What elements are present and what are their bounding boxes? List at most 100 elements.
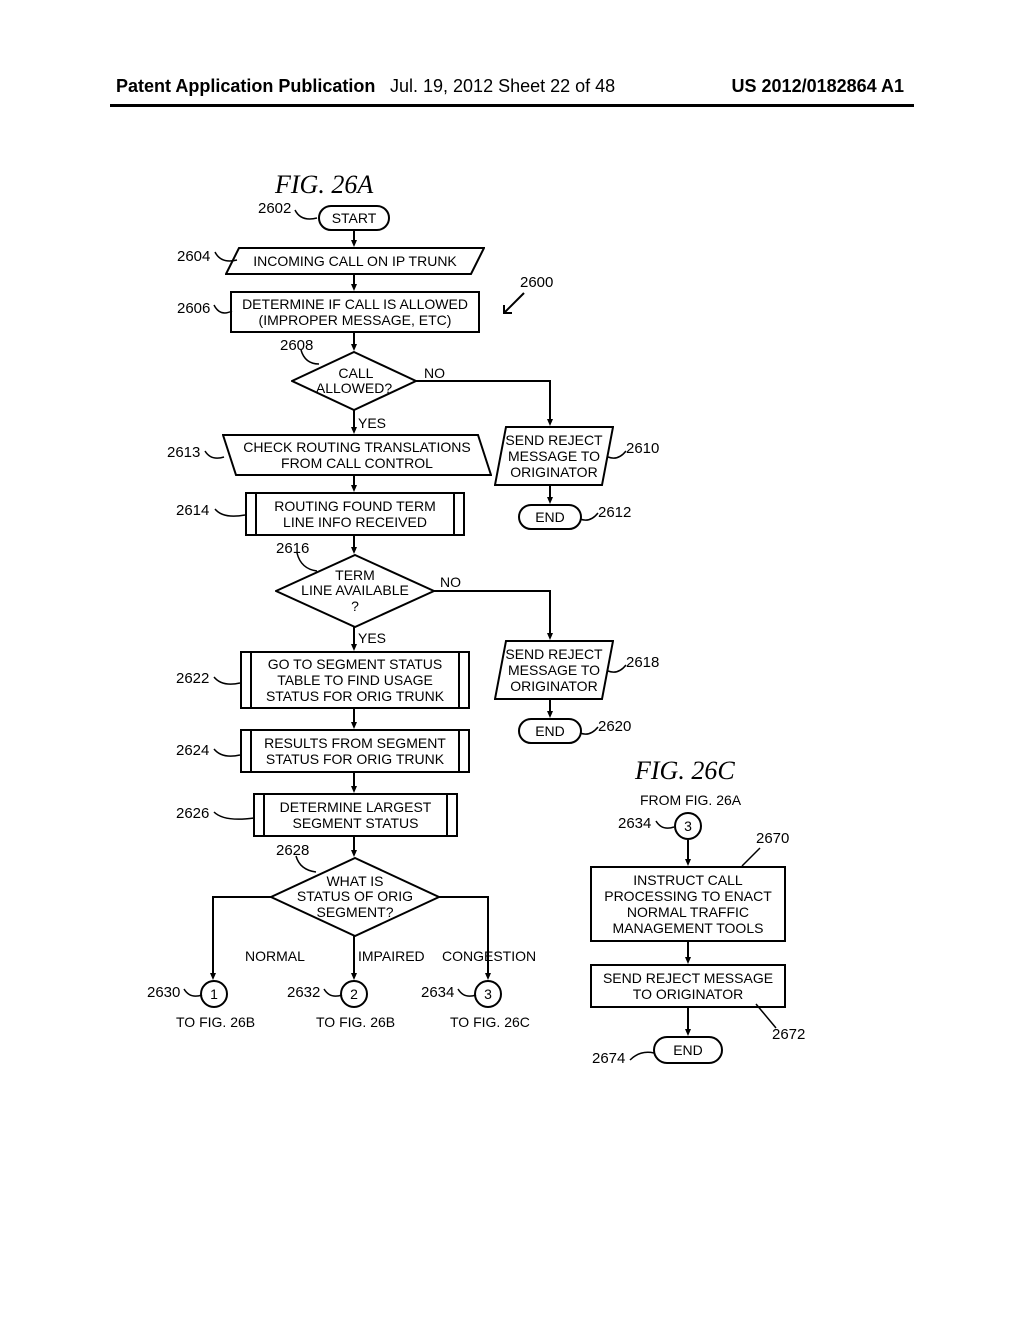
ref-2628: 2628 [276, 842, 309, 859]
leader-2614 [215, 508, 245, 520]
arrow-reject1-end1 [547, 486, 553, 504]
arrow-routingfound-term [351, 536, 357, 554]
node-determine-largest: DETERMINE LARGEST SEGMENT STATUS [253, 793, 458, 837]
arrow-c-3-instruct [685, 840, 691, 866]
node-allowed-check: DETERMINE IF CALL IS ALLOWED (IMPROPER M… [230, 291, 480, 333]
ref-2626: 2626 [176, 805, 209, 822]
node-reject-1: SEND REJECT MESSAGE TO ORIGINATOR [494, 426, 614, 486]
fig26a-title: FIG. 26A [275, 170, 373, 200]
arrow-term-no [434, 588, 556, 640]
ref-2612: 2612 [598, 504, 631, 521]
leader-2674 [630, 1050, 654, 1064]
ref-2602: 2602 [258, 200, 291, 217]
ref-2674: 2674 [592, 1050, 625, 1067]
leader-2600 [504, 293, 524, 313]
node-end-2-text: END [535, 723, 565, 739]
node-start-text: START [332, 210, 377, 226]
ref-2618: 2618 [626, 654, 659, 671]
leader-2670 [742, 848, 760, 866]
ref-2614: 2614 [176, 502, 209, 519]
branch-label-congestion: CONGESTION [442, 948, 536, 964]
node-go-segment-text: GO TO SEGMENT STATUS TABLE TO FIND USAGE… [266, 656, 444, 704]
ref-2608: 2608 [280, 337, 313, 354]
arrow-largest-status [351, 837, 357, 857]
patent-page: Patent Application Publication Jul. 19, … [0, 0, 1024, 1320]
connector-3-num: 3 [484, 986, 492, 1002]
arrow-term-yes [351, 627, 357, 651]
node-end-2: END [518, 718, 582, 744]
fig26c-title: FIG. 26C [635, 756, 735, 786]
to-fig-26b-2: TO FIG. 26B [316, 1014, 395, 1030]
node-incoming-text: INCOMING CALL ON IP TRUNK [225, 247, 485, 275]
node-results-segment: RESULTS FROM SEGMENT STATUS FOR ORIG TRU… [240, 729, 470, 773]
ref-2634-c: 2634 [618, 815, 651, 832]
ref-2613: 2613 [167, 444, 200, 461]
connector-3: 3 [474, 980, 502, 1008]
ref-2606: 2606 [177, 300, 210, 317]
ref-2632: 2632 [287, 984, 320, 1001]
leader-2634-c [656, 820, 674, 832]
arrow-goseg-results [351, 709, 357, 729]
ref-2622: 2622 [176, 670, 209, 687]
connector-3-c-num: 3 [684, 818, 692, 834]
header-right: US 2012/0182864 A1 [732, 76, 904, 97]
header-center: Jul. 19, 2012 Sheet 22 of 48 [390, 76, 615, 97]
branch-congestion [438, 894, 494, 980]
ref-2624: 2624 [176, 742, 209, 759]
branch-label-impaired: IMPAIRED [358, 948, 425, 964]
arrow-reject-end-c [685, 1008, 691, 1036]
arrow-results-largest [351, 773, 357, 793]
node-end-c: END [653, 1036, 723, 1064]
node-term-avail: TERM LINE AVAILABLE ? [275, 554, 435, 628]
arrow-instruct-reject [685, 942, 691, 964]
branch-label-normal: NORMAL [245, 948, 305, 964]
connector-3-c: 3 [674, 812, 702, 840]
label-no-2: NO [440, 574, 461, 590]
to-fig-26b-1: TO FIG. 26B [176, 1014, 255, 1030]
fig26c-from: FROM FIG. 26A [640, 792, 741, 808]
node-check-routing-text: CHECK ROUTING TRANSLATIONS FROM CALL CON… [222, 434, 492, 476]
branch-impaired [351, 936, 357, 980]
node-what-status: WHAT IS STATUS OF ORIG SEGMENT? [270, 857, 440, 937]
node-start: START [318, 205, 390, 231]
ref-2610: 2610 [626, 440, 659, 457]
node-reject-c-text: SEND REJECT MESSAGE TO ORIGINATOR [603, 970, 773, 1002]
ref-2600: 2600 [520, 274, 553, 291]
arrow-check-routingfound [351, 476, 357, 492]
leader-2624 [214, 748, 240, 760]
label-no-1: NO [424, 365, 445, 381]
node-instruct: INSTRUCT CALL PROCESSING TO ENACT NORMAL… [590, 866, 786, 942]
connector-1-num: 1 [210, 986, 218, 1002]
node-routing-found: ROUTING FOUND TERM LINE INFO RECEIVED [245, 492, 465, 536]
node-call-allowed-text: CALL ALLOWED? [316, 366, 392, 397]
node-allowed-check-text: DETERMINE IF CALL IS ALLOWED (IMPROPER M… [242, 296, 468, 328]
to-fig-26c-3: TO FIG. 26C [450, 1014, 530, 1030]
connector-2: 2 [340, 980, 368, 1008]
label-yes-1: YES [358, 415, 386, 431]
node-reject-1-text: SEND REJECT MESSAGE TO ORIGINATOR [494, 426, 614, 486]
node-call-allowed: CALL ALLOWED? [291, 351, 417, 411]
node-what-status-text: WHAT IS STATUS OF ORIG SEGMENT? [297, 874, 413, 920]
arrow-incoming-allowed [351, 275, 357, 291]
arrow-reject2-end2 [547, 700, 553, 718]
arrow-start-incoming [351, 231, 357, 247]
connector-1: 1 [200, 980, 228, 1008]
header-left: Patent Application Publication [116, 76, 375, 97]
ref-2670: 2670 [756, 830, 789, 847]
node-reject-2-text: SEND REJECT MESSAGE TO ORIGINATOR [494, 640, 614, 700]
node-end-1: END [518, 504, 582, 530]
arrow-allowed-no [416, 378, 556, 426]
leader-2620 [580, 726, 598, 738]
node-instruct-text: INSTRUCT CALL PROCESSING TO ENACT NORMAL… [604, 872, 772, 936]
node-routing-found-text: ROUTING FOUND TERM LINE INFO RECEIVED [274, 498, 436, 530]
node-determine-largest-text: DETERMINE LARGEST SEGMENT STATUS [280, 799, 432, 831]
node-go-segment: GO TO SEGMENT STATUS TABLE TO FIND USAGE… [240, 651, 470, 709]
leader-2602 [295, 210, 317, 224]
node-incoming: INCOMING CALL ON IP TRUNK [225, 247, 485, 275]
leader-2612 [580, 512, 598, 524]
connector-2-num: 2 [350, 986, 358, 1002]
node-term-avail-text: TERM LINE AVAILABLE ? [301, 568, 409, 614]
node-check-routing: CHECK ROUTING TRANSLATIONS FROM CALL CON… [222, 434, 492, 476]
branch-normal [210, 894, 276, 980]
node-end-c-text: END [673, 1042, 703, 1058]
